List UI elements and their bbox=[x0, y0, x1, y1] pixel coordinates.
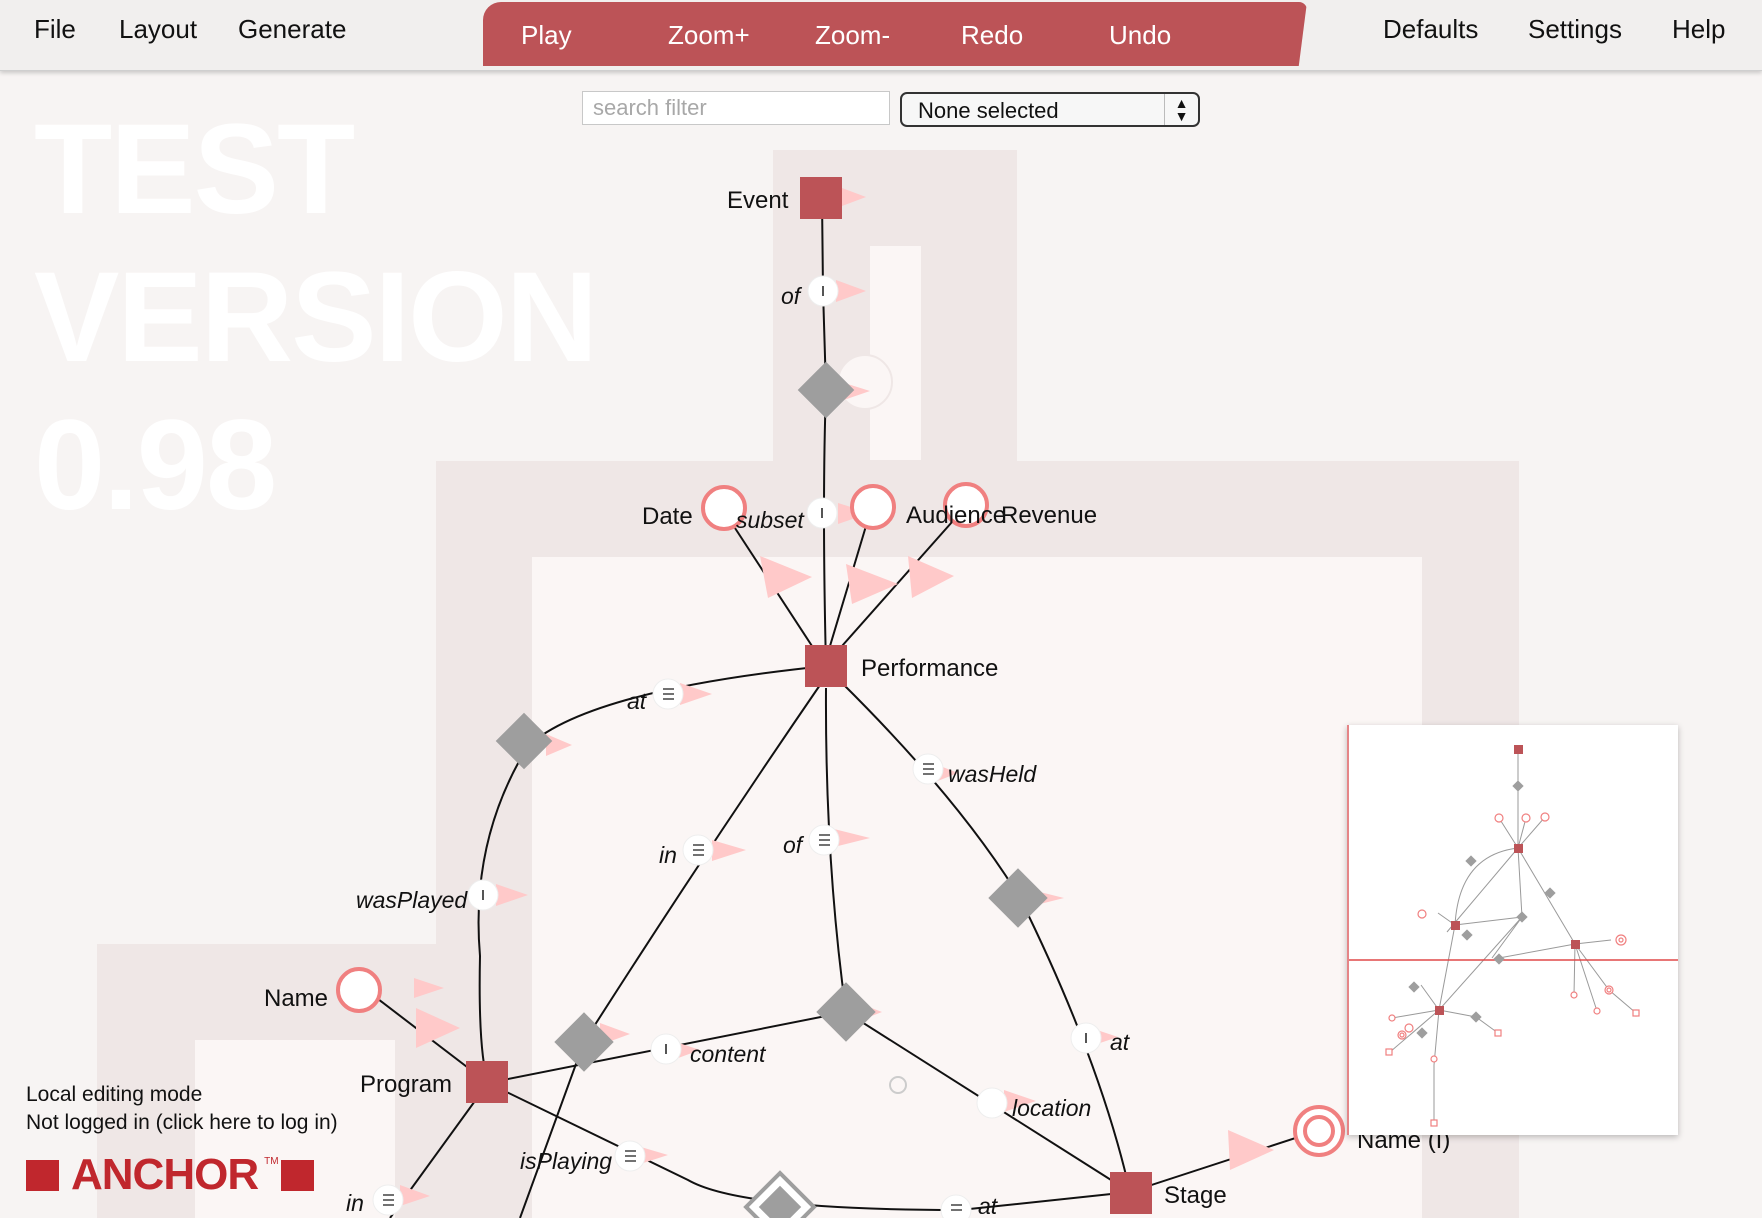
role-knot bbox=[976, 1087, 1008, 1119]
role-label: location bbox=[1012, 1095, 1091, 1121]
role-label: in bbox=[346, 1190, 364, 1216]
up-down-arrows-icon: ▲ ▼ bbox=[1164, 94, 1198, 125]
anchor-event bbox=[800, 177, 842, 219]
anchor-program bbox=[466, 1061, 508, 1103]
role-label: in bbox=[659, 842, 677, 868]
attribute-audience bbox=[850, 484, 896, 530]
menu-file[interactable]: File bbox=[34, 14, 76, 45]
menu-generate[interactable]: Generate bbox=[238, 14, 346, 45]
toolbar: Play Zoom+ Zoom- Redo Undo bbox=[483, 2, 1307, 66]
selection-dropdown-value: None selected bbox=[918, 98, 1059, 123]
anchor-logo: ANCHOR TM bbox=[26, 1150, 314, 1199]
attribute-label-audience: Audience bbox=[906, 502, 1006, 529]
role-label: at bbox=[627, 688, 648, 714]
editing-mode-text: Local editing mode bbox=[26, 1083, 203, 1106]
status-panel: Local editing mode Not logged in (click … bbox=[26, 1081, 338, 1137]
selection-dropdown[interactable]: None selected ▲ ▼ bbox=[900, 92, 1200, 127]
attribute-label-name: Name bbox=[264, 985, 328, 1012]
role-label: at bbox=[1110, 1029, 1131, 1055]
role-label: content bbox=[690, 1041, 767, 1067]
logo-text: ANCHOR bbox=[71, 1150, 259, 1199]
login-link[interactable]: Not logged in (click here to log in) bbox=[26, 1109, 338, 1137]
minimap-graph bbox=[1349, 745, 1678, 1127]
role-label: of bbox=[783, 832, 805, 858]
menu-layout[interactable]: Layout bbox=[119, 14, 197, 45]
anchor-stage bbox=[1110, 1172, 1152, 1214]
menu-defaults[interactable]: Defaults bbox=[1383, 14, 1478, 45]
redo-button[interactable]: Redo bbox=[961, 20, 1023, 51]
undo-button[interactable]: Undo bbox=[1109, 20, 1171, 51]
logo-block-left bbox=[26, 1159, 59, 1191]
search-filter-input[interactable] bbox=[582, 91, 890, 125]
attribute-stage-name bbox=[1293, 1105, 1345, 1157]
overview-minimap[interactable] bbox=[1347, 725, 1678, 1135]
role-label: wasPlayed bbox=[356, 887, 468, 913]
attribute-name bbox=[336, 967, 382, 1013]
role-label: subset bbox=[736, 507, 805, 533]
attribute-label-revenue: Revenue bbox=[1001, 502, 1097, 529]
anchor-label-stage: Stage bbox=[1164, 1182, 1227, 1209]
attribute-label-date: Date bbox=[642, 503, 693, 530]
anchor-label-program: Program bbox=[360, 1071, 452, 1098]
zoom-out-button[interactable]: Zoom- bbox=[815, 20, 890, 51]
role-label: at bbox=[978, 1193, 999, 1218]
logo-trademark: TM bbox=[264, 1155, 279, 1167]
play-button[interactable]: Play bbox=[521, 20, 572, 51]
role-label: of bbox=[781, 283, 803, 309]
logo-block-right bbox=[280, 1159, 314, 1191]
menu-help[interactable]: Help bbox=[1672, 14, 1725, 45]
role-label: isPlaying bbox=[520, 1148, 612, 1174]
menu-bar: File Layout Generate Play Zoom+ Zoom- Re… bbox=[0, 0, 1762, 71]
anchor-performance bbox=[805, 645, 847, 687]
anchor-label-event: Event bbox=[727, 187, 789, 214]
menu-settings[interactable]: Settings bbox=[1528, 14, 1622, 45]
zoom-in-button[interactable]: Zoom+ bbox=[668, 20, 750, 51]
role-label: wasHeld bbox=[948, 761, 1037, 787]
anchor-label-performance: Performance bbox=[861, 655, 998, 682]
